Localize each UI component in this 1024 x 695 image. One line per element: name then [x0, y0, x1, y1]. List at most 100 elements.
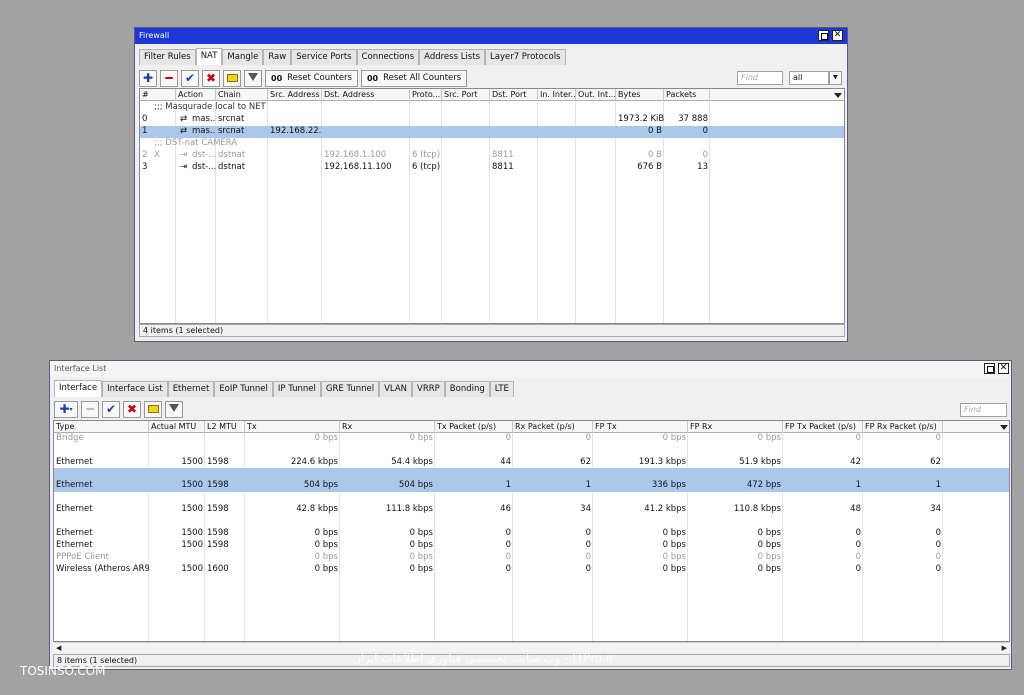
- column-header[interactable]: FP Rx Packet (p/s): [863, 421, 943, 433]
- cell-3: 42.8 kbps: [296, 504, 338, 514]
- column-header[interactable]: Src. Port: [442, 89, 490, 101]
- tab-filter-rules[interactable]: Filter Rules: [139, 49, 196, 65]
- table-row[interactable]: 3 dst-... dstnat 192.168.11.100 6 (tcp) 8811 6…: [140, 162, 844, 174]
- tab-interface-list[interactable]: Interface List: [102, 381, 168, 397]
- cell-1: 1500: [181, 564, 203, 574]
- cell-0: Ethernet: [56, 528, 93, 538]
- comment-row[interactable]: ;;; DST-nat CAMERA: [140, 138, 844, 150]
- cell-dport: [490, 126, 538, 138]
- columns-dropdown-icon[interactable]: [834, 93, 842, 98]
- tab-vlan[interactable]: VLAN: [379, 381, 413, 397]
- column-header[interactable]: Tx: [245, 421, 340, 433]
- tab-vrrp[interactable]: VRRP: [412, 381, 445, 397]
- cell-0: PPPoE Client: [56, 552, 109, 562]
- column-header[interactable]: Proto...: [410, 89, 442, 101]
- tab-interface[interactable]: Interface: [54, 380, 103, 397]
- tab-gre-tunnel[interactable]: GRE Tunnel: [320, 381, 380, 397]
- scroll-left-icon[interactable]: ◀: [56, 644, 61, 652]
- disable-button[interactable]: ✖: [202, 69, 220, 87]
- filter-select[interactable]: all: [789, 71, 829, 85]
- cell-flag: [152, 114, 156, 126]
- comment-row[interactable]: ;;; Masqurade local to NET: [140, 102, 844, 114]
- tab-bonding[interactable]: Bonding: [444, 381, 490, 397]
- cell-6: 0: [585, 433, 591, 443]
- table-row[interactable]: 2 dst-... dstnat 192.168.1.100 6 (tcp) 8811 0 …: [140, 150, 844, 162]
- cell-10: 0: [935, 433, 941, 443]
- maximize-icon[interactable]: [984, 363, 995, 374]
- table-row[interactable]: Wireless (Atheros AR9... 1500 1600 0 bps 0 b…: [54, 564, 1009, 576]
- cell-5: 0: [505, 540, 511, 550]
- tab-service-ports[interactable]: Service Ports: [291, 49, 357, 65]
- remove-button[interactable]: ━: [160, 69, 178, 87]
- table-row[interactable]: Bridge 0 bps 0 bps 0 0 0 bps 0 bps 0 0: [54, 433, 1009, 445]
- reset-all-counters-button[interactable]: 00 Reset All Counters: [360, 69, 468, 87]
- column-header[interactable]: Action: [176, 89, 216, 101]
- close-icon[interactable]: ✕: [832, 30, 843, 41]
- column-header[interactable]: Tx Packet (p/s): [435, 421, 513, 433]
- column-header[interactable]: L2 MTU: [205, 421, 245, 433]
- cell-4: 504 bps: [398, 480, 433, 490]
- tab-address-lists[interactable]: Address Lists: [419, 49, 485, 65]
- cell-5: 0: [505, 564, 511, 574]
- reset-counters-button[interactable]: 00 Reset Counters: [265, 69, 358, 87]
- table-row[interactable]: 0 mas... srcnat 1973.2 KiB 37 888 ⇄: [140, 114, 844, 126]
- tab-ethernet[interactable]: Ethernet: [167, 381, 215, 397]
- close-icon[interactable]: ✕: [998, 363, 1009, 374]
- scroll-right-icon[interactable]: ▶: [1002, 644, 1007, 652]
- column-header[interactable]: Actual MTU: [149, 421, 205, 433]
- column-header[interactable]: FP Tx: [593, 421, 688, 433]
- column-header[interactable]: Type: [54, 421, 149, 433]
- tab-lte[interactable]: LTE: [489, 381, 514, 397]
- filter-button[interactable]: [244, 69, 262, 87]
- tab-eoip-tunnel[interactable]: EoIP Tunnel: [214, 381, 273, 397]
- filter-button[interactable]: [165, 400, 183, 418]
- column-header[interactable]: Dst. Port: [490, 89, 538, 101]
- remove-button[interactable]: ━: [81, 400, 99, 418]
- column-header[interactable]: Rx: [340, 421, 435, 433]
- cell-3: 504 bps: [303, 480, 338, 490]
- column-header[interactable]: In. Inter...: [538, 89, 576, 101]
- comment-button[interactable]: [223, 69, 241, 87]
- column-header[interactable]: #: [140, 89, 176, 101]
- tab-layer7-protocols[interactable]: Layer7 Protocols: [485, 49, 566, 65]
- column-header[interactable]: Packets: [664, 89, 710, 101]
- tab-connections[interactable]: Connections: [356, 49, 420, 65]
- table-row[interactable]: Ethernet 1500 1598 0 bps 0 bps 0 0 0 bps 0 bps 0 0: [54, 540, 1009, 552]
- cell-4: 0 bps: [409, 564, 433, 574]
- column-header[interactable]: Rx Packet (p/s): [513, 421, 593, 433]
- tab-raw[interactable]: Raw: [263, 49, 292, 65]
- find-input[interactable]: Find: [960, 403, 1007, 417]
- column-header[interactable]: Dst. Address: [322, 89, 410, 101]
- tab-ip-tunnel[interactable]: IP Tunnel: [272, 381, 321, 397]
- maximize-icon[interactable]: [818, 30, 829, 41]
- table-row[interactable]: Ethernet 1500 1598 504 bps 504 bps 1 1 336 bps 4…: [54, 468, 1009, 492]
- column-header[interactable]: Chain: [216, 89, 268, 101]
- find-input[interactable]: Find: [737, 71, 783, 85]
- disable-button[interactable]: ✖: [123, 400, 141, 418]
- tab-nat[interactable]: NAT: [195, 48, 223, 65]
- interface-titlebar[interactable]: Interface List ✕: [50, 361, 1011, 377]
- cell-8: 0 bps: [757, 552, 781, 562]
- add-button[interactable]: ✚ ▾: [54, 400, 78, 418]
- cell-bytes: 1973.2 KiB: [618, 114, 664, 124]
- table-row[interactable]: PPPoE Client 0 bps 0 bps 0 0 0 bps 0 bps 0 0: [54, 552, 1009, 564]
- enable-button[interactable]: ✔: [102, 400, 120, 418]
- enable-button[interactable]: ✔: [181, 69, 199, 87]
- columns-dropdown-icon[interactable]: [1000, 425, 1008, 430]
- column-header[interactable]: FP Tx Packet (p/s): [783, 421, 863, 433]
- column-header[interactable]: Src. Address: [268, 89, 322, 101]
- filter-dropdown-button[interactable]: ⯆: [829, 71, 842, 85]
- column-header[interactable]: FP Rx: [688, 421, 783, 433]
- cell-8: 472 bps: [746, 480, 781, 490]
- cell-9: 0: [855, 552, 861, 562]
- tab-mangle[interactable]: Mangle: [222, 49, 264, 65]
- table-row[interactable]: 1 mas... srcnat 192.168.22... 0 B 0 ⇄: [140, 126, 844, 138]
- firewall-titlebar[interactable]: Firewall ✕: [135, 28, 847, 44]
- table-row[interactable]: Ethernet 1500 1598 0 bps 0 bps 0 0 0 bps 0 bps 0 0: [54, 528, 1009, 540]
- comment-button[interactable]: [144, 400, 162, 418]
- column-header[interactable]: Bytes: [616, 89, 664, 101]
- add-button[interactable]: ✚: [139, 69, 157, 87]
- column-header[interactable]: Out. Int...: [576, 89, 616, 101]
- table-row[interactable]: Ethernet 1500 1598 42.8 kbps 111.8 kbps 46 34 4…: [54, 504, 1009, 516]
- cell-4: 0 bps: [409, 540, 433, 550]
